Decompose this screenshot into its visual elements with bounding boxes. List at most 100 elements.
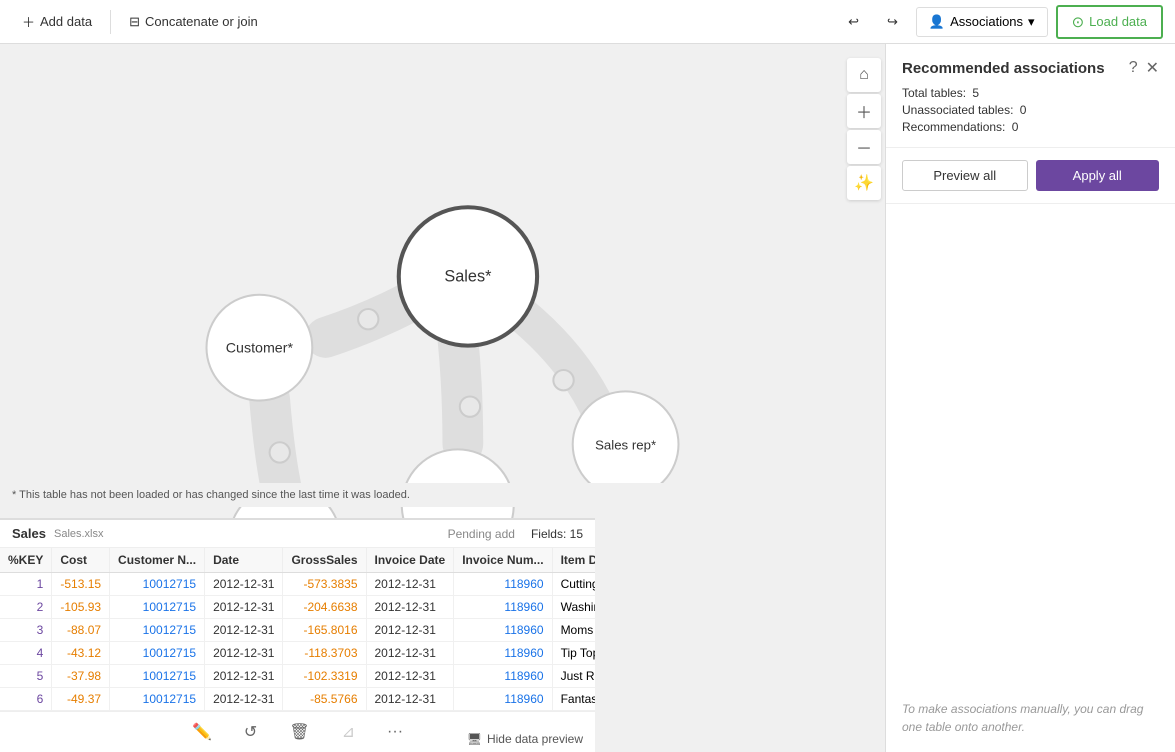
canvas-tools: ⌂ ＋ － ✨ [843, 54, 885, 204]
gross-cell: -204.6638 [283, 596, 366, 619]
load-data-button[interactable]: ⊙ Load data [1056, 5, 1163, 39]
delete-footer-button[interactable]: 🗑 [283, 718, 315, 746]
date-cell: 2012-12-31 [205, 596, 283, 619]
toolbar-separator [110, 10, 111, 34]
cost-cell: -105.93 [52, 596, 110, 619]
header-row: %KEY Cost Customer N... Date GrossSales … [0, 548, 595, 573]
date-cell: 2012-12-31 [205, 619, 283, 642]
item-desc-cell: Washington Cranberry Juice [552, 596, 595, 619]
table-row: 5 -37.98 10012715 2012-12-31 -102.3319 2… [0, 665, 595, 688]
inv-date-cell: 2012-12-31 [366, 642, 454, 665]
inv-date-cell: 2012-12-31 [366, 619, 454, 642]
home-icon: ⌂ [859, 66, 869, 84]
table-body: 1 -513.15 10012715 2012-12-31 -573.3835 … [0, 573, 595, 711]
edit-footer-button[interactable]: ✏️ [186, 718, 218, 746]
hide-preview-label: Hide data preview [487, 732, 583, 746]
recommendations-label: Recommendations: [902, 120, 1005, 134]
associations-label: Associations [950, 14, 1023, 29]
item-desc-cell: Tip Top Lox [552, 642, 595, 665]
col-key: %KEY [0, 548, 52, 573]
total-tables-value: 5 [972, 86, 979, 100]
more-footer-button[interactable]: ··· [381, 719, 409, 745]
inv-date-cell: 2012-12-31 [366, 665, 454, 688]
sidebar-header: Recommended associations ? ✕ Total table… [886, 44, 1175, 148]
inv-num-cell: 118960 [454, 619, 552, 642]
zoom-in-icon: ＋ [856, 99, 872, 123]
item-desc-cell: Cutting Edge Sliced Ham [552, 573, 595, 596]
play-icon: ⊙ [1072, 13, 1085, 31]
apply-all-label: Apply all [1073, 168, 1122, 183]
home-tool-button[interactable]: ⌂ [847, 58, 881, 92]
table-row: 1 -513.15 10012715 2012-12-31 -573.3835 … [0, 573, 595, 596]
redo-icon: ↪ [887, 14, 898, 30]
unassociated-value: 0 [1020, 103, 1027, 117]
main-toolbar: ＋ Add data ⊟ Concatenate or join ↩ ↪ 👤 A… [0, 0, 1175, 44]
apply-all-button[interactable]: Apply all [1036, 160, 1160, 191]
fields-label: Fields: 15 [531, 527, 583, 541]
inv-date-cell: 2012-12-31 [366, 573, 454, 596]
undo-icon: ↩ [848, 14, 859, 30]
col-item-desc: Item Desc [552, 548, 595, 573]
concat-icon: ⊟ [129, 14, 140, 30]
key-cell: 6 [0, 688, 52, 711]
date-cell: 2012-12-31 [205, 642, 283, 665]
sidebar-header-icons: ? ✕ [1129, 58, 1159, 78]
customer-cell: 10012715 [110, 619, 205, 642]
total-tables-stat: Total tables: 5 [902, 86, 1159, 100]
table-row: 3 -88.07 10012715 2012-12-31 -165.8016 2… [0, 619, 595, 642]
gross-cell: -102.3319 [283, 665, 366, 688]
inv-num-cell: 118960 [454, 596, 552, 619]
inv-date-cell: 2012-12-31 [366, 596, 454, 619]
magic-icon: ✨ [854, 173, 874, 193]
inv-num-cell: 118960 [454, 642, 552, 665]
inv-num-cell: 118960 [454, 665, 552, 688]
person-icon: 👤 [929, 14, 945, 30]
close-sidebar-button[interactable]: ✕ [1146, 58, 1159, 78]
gross-cell: -165.8016 [283, 619, 366, 642]
add-data-label: Add data [40, 14, 92, 29]
undo-button[interactable]: ↩ [838, 8, 869, 36]
col-cost: Cost [52, 548, 110, 573]
preview-all-label: Preview all [933, 168, 996, 183]
preview-all-button[interactable]: Preview all [902, 160, 1028, 191]
footnote: * This table has not been loaded or has … [0, 483, 885, 507]
chevron-down-icon: ▾ [1028, 14, 1035, 30]
magic-button[interactable]: ✨ [847, 166, 881, 200]
load-data-label: Load data [1089, 14, 1147, 29]
data-preview-header: Sales Sales.xlsx Pending add Fields: 15 [0, 520, 595, 548]
table-container: %KEY Cost Customer N... Date GrossSales … [0, 548, 595, 711]
customer-cell: 10012715 [110, 596, 205, 619]
filter-footer-button[interactable]: ⊿ [336, 718, 361, 746]
key-cell: 4 [0, 642, 52, 665]
preview-footer: ✏️ ↺ 🗑 ⊿ ··· 🖥 Hide data preview [0, 711, 595, 752]
cost-cell: -49.37 [52, 688, 110, 711]
key-cell: 3 [0, 619, 52, 642]
key-cell: 5 [0, 665, 52, 688]
hide-preview-button[interactable]: 🖥 Hide data preview [467, 732, 583, 746]
gross-cell: -85.5766 [283, 688, 366, 711]
redo-button[interactable]: ↪ [877, 8, 908, 36]
data-preview-panel: Sales Sales.xlsx Pending add Fields: 15 … [0, 518, 595, 752]
sidebar-hint: To make associations manually, you can d… [902, 700, 1159, 736]
add-data-button[interactable]: ＋ Add data [12, 6, 102, 37]
zoom-out-button[interactable]: － [847, 130, 881, 164]
refresh-footer-button[interactable]: ↺ [238, 718, 263, 746]
concatenate-label: Concatenate or join [145, 14, 258, 29]
associations-button[interactable]: 👤 Associations ▾ [916, 7, 1048, 37]
zoom-out-icon: － [856, 135, 872, 159]
col-gross: GrossSales [283, 548, 366, 573]
table-row: 2 -105.93 10012715 2012-12-31 -204.6638 … [0, 596, 595, 619]
gross-cell: -573.3835 [283, 573, 366, 596]
date-cell: 2012-12-31 [205, 665, 283, 688]
customer-cell: 10012715 [110, 573, 205, 596]
cost-cell: -88.07 [52, 619, 110, 642]
item-desc-cell: Moms Sliced Ham [552, 619, 595, 642]
unassociated-stat: Unassociated tables: 0 [902, 103, 1159, 117]
inv-date-cell: 2012-12-31 [366, 688, 454, 711]
help-button[interactable]: ? [1129, 59, 1138, 77]
col-inv-num: Invoice Num... [454, 548, 552, 573]
table-row: 6 -49.37 10012715 2012-12-31 -85.5766 20… [0, 688, 595, 711]
concatenate-button[interactable]: ⊟ Concatenate or join [119, 8, 268, 36]
sidebar-actions: Preview all Apply all [886, 148, 1175, 204]
zoom-in-button[interactable]: ＋ [847, 94, 881, 128]
